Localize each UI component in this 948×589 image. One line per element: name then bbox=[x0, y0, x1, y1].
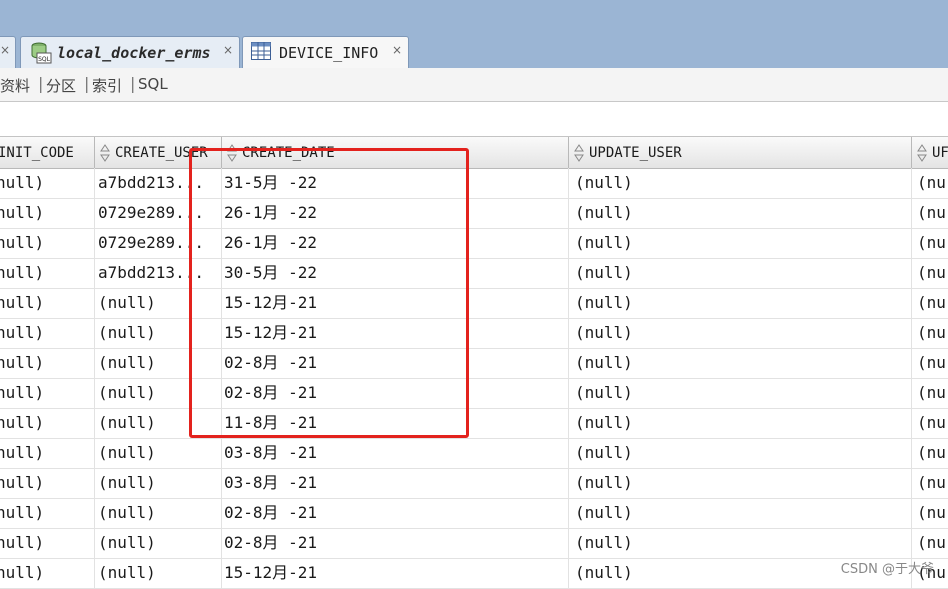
subtab-sql[interactable]: SQL bbox=[138, 75, 168, 93]
editor-tab-bar: × SQL local_docker_erms × DEVICE_INFO × bbox=[0, 26, 948, 69]
table-cell[interactable]: (null) bbox=[575, 498, 912, 528]
table-cell[interactable]: 03-8月 -21 bbox=[224, 468, 569, 498]
watermark: CSDN @于大爷 bbox=[840, 562, 934, 577]
table-cell[interactable]: (null) bbox=[98, 438, 222, 468]
toolbar-strip bbox=[0, 102, 948, 137]
table-cell[interactable]: (null) bbox=[575, 228, 912, 258]
table-grid-icon bbox=[251, 42, 271, 60]
table-cell[interactable]: null) bbox=[0, 528, 95, 558]
sort-icon[interactable] bbox=[99, 143, 111, 163]
column-label: UPDATE_USER bbox=[589, 145, 682, 161]
table-row[interactable]: null) 0729e289... 26-1月 -22 (null) (nu bbox=[0, 198, 948, 229]
separator: | bbox=[130, 74, 136, 93]
sql-database-icon: SQL bbox=[31, 42, 52, 64]
subtab-index[interactable]: 索引 bbox=[92, 75, 122, 96]
table-cell[interactable]: null) bbox=[0, 288, 95, 318]
table-row[interactable]: null) (null) 02-8月 -21 (null) (nu bbox=[0, 528, 948, 559]
table-row[interactable]: null) a7bdd213... 31-5月 -22 (null) (nu bbox=[0, 168, 948, 199]
table-row[interactable]: null) (null) 15-12月-21 (null) (nu bbox=[0, 318, 948, 349]
subtab-partition[interactable]: 分区 bbox=[46, 75, 76, 96]
svg-text:SQL: SQL bbox=[38, 56, 51, 63]
grid-header: INIT_CODE CREATE_USER CREATE_DATE UPDATE… bbox=[0, 137, 948, 169]
sort-icon[interactable] bbox=[573, 143, 585, 163]
table-cell[interactable]: (nu bbox=[917, 318, 948, 348]
column-header-update-user[interactable]: UPDATE_USER bbox=[569, 137, 912, 168]
column-header-update-date-partial[interactable]: UF bbox=[912, 137, 948, 168]
table-cell[interactable]: (null) bbox=[575, 258, 912, 288]
table-cell[interactable]: null) bbox=[0, 558, 95, 588]
subtab-data[interactable]: 资料 bbox=[0, 75, 30, 96]
table-cell[interactable]: null) bbox=[0, 258, 95, 288]
column-label: UF bbox=[932, 145, 948, 161]
table-cell[interactable]: (null) bbox=[575, 528, 912, 558]
table-cell[interactable]: null) bbox=[0, 228, 95, 258]
table-cell[interactable]: (nu bbox=[917, 288, 948, 318]
column-label: INIT_CODE bbox=[0, 145, 74, 161]
table-cell[interactable]: null) bbox=[0, 438, 95, 468]
table-cell[interactable]: (null) bbox=[575, 468, 912, 498]
table-row[interactable]: null) (null) 15-12月-21 (null) (nu bbox=[0, 288, 948, 319]
table-row[interactable]: null) (null) 02-8月 -21 (null) (nu bbox=[0, 348, 948, 379]
table-cell[interactable]: (nu bbox=[917, 198, 948, 228]
table-cell[interactable]: (null) bbox=[575, 288, 912, 318]
red-highlight-annotation bbox=[189, 148, 469, 438]
table-cell[interactable]: (null) bbox=[575, 168, 912, 198]
table-cell[interactable]: (null) bbox=[98, 498, 222, 528]
table-cell[interactable]: 03-8月 -21 bbox=[224, 438, 569, 468]
table-cell[interactable]: (null) bbox=[575, 408, 912, 438]
table-cell[interactable]: null) bbox=[0, 498, 95, 528]
table-cell[interactable]: (nu bbox=[917, 528, 948, 558]
table-cell[interactable]: 02-8月 -21 bbox=[224, 528, 569, 558]
table-row[interactable]: null) (null) 02-8月 -21 (null) (nu bbox=[0, 498, 948, 529]
table-cell[interactable]: (null) bbox=[98, 468, 222, 498]
sort-icon[interactable] bbox=[916, 143, 928, 163]
window-title-bar bbox=[0, 0, 948, 26]
tab-title: DEVICE_INFO bbox=[279, 44, 379, 62]
table-cell[interactable]: null) bbox=[0, 198, 95, 228]
table-cell[interactable]: (null) bbox=[575, 318, 912, 348]
table-cell[interactable]: 15-12月-21 bbox=[224, 558, 569, 588]
table-cell[interactable]: 02-8月 -21 bbox=[224, 498, 569, 528]
table-cell[interactable]: (nu bbox=[917, 378, 948, 408]
table-row[interactable]: null) 0729e289... 26-1月 -22 (null) (nu bbox=[0, 228, 948, 259]
table-cell[interactable]: null) bbox=[0, 168, 95, 198]
table-row[interactable]: null) (null) 02-8月 -21 (null) (nu bbox=[0, 378, 948, 409]
close-icon[interactable]: × bbox=[223, 43, 233, 57]
table-cell[interactable]: (nu bbox=[917, 258, 948, 288]
table-cell[interactable]: (null) bbox=[575, 438, 912, 468]
separator: | bbox=[38, 74, 44, 93]
tab-title: local_docker_erms bbox=[57, 44, 211, 62]
table-cell[interactable]: (nu bbox=[917, 168, 948, 198]
column-header-init-code[interactable]: INIT_CODE bbox=[0, 137, 95, 168]
table-cell[interactable]: (nu bbox=[917, 468, 948, 498]
table-row[interactable]: null) (null) 03-8月 -21 (null) (nu bbox=[0, 438, 948, 469]
table-cell[interactable]: null) bbox=[0, 318, 95, 348]
tab-device-info[interactable]: DEVICE_INFO × bbox=[242, 36, 409, 69]
table-cell[interactable]: (nu bbox=[917, 348, 948, 378]
table-row[interactable]: null) a7bdd213... 30-5月 -22 (null) (nu bbox=[0, 258, 948, 289]
table-cell[interactable]: (null) bbox=[575, 348, 912, 378]
close-icon[interactable]: × bbox=[392, 43, 402, 57]
separator: | bbox=[84, 74, 90, 93]
table-cell[interactable]: (nu bbox=[917, 498, 948, 528]
table-cell[interactable]: (null) bbox=[98, 558, 222, 588]
table-cell[interactable]: null) bbox=[0, 408, 95, 438]
tab-local-docker-erms[interactable]: SQL local_docker_erms × bbox=[20, 36, 240, 68]
tab-previous-partial[interactable]: × bbox=[0, 36, 16, 68]
table-cell[interactable]: (nu bbox=[917, 438, 948, 468]
table-row[interactable]: null) (null) 03-8月 -21 (null) (nu bbox=[0, 468, 948, 499]
data-grid: INIT_CODE CREATE_USER CREATE_DATE UPDATE… bbox=[0, 137, 948, 589]
sub-tab-bar: 资料 | 分区 | 索引 | SQL bbox=[0, 68, 948, 102]
table-cell[interactable]: null) bbox=[0, 378, 95, 408]
table-cell[interactable]: (null) bbox=[575, 378, 912, 408]
table-cell[interactable]: (null) bbox=[575, 198, 912, 228]
table-cell[interactable]: null) bbox=[0, 468, 95, 498]
table-row[interactable]: null) (null) 11-8月 -21 (null) (nu bbox=[0, 408, 948, 439]
table-cell[interactable]: (nu bbox=[917, 228, 948, 258]
table-cell[interactable]: (null) bbox=[98, 528, 222, 558]
table-cell[interactable]: (nu bbox=[917, 408, 948, 438]
table-cell[interactable]: null) bbox=[0, 348, 95, 378]
table-row[interactable]: null) (null) 15-12月-21 (null) (nu bbox=[0, 558, 948, 589]
close-icon[interactable]: × bbox=[0, 43, 10, 57]
